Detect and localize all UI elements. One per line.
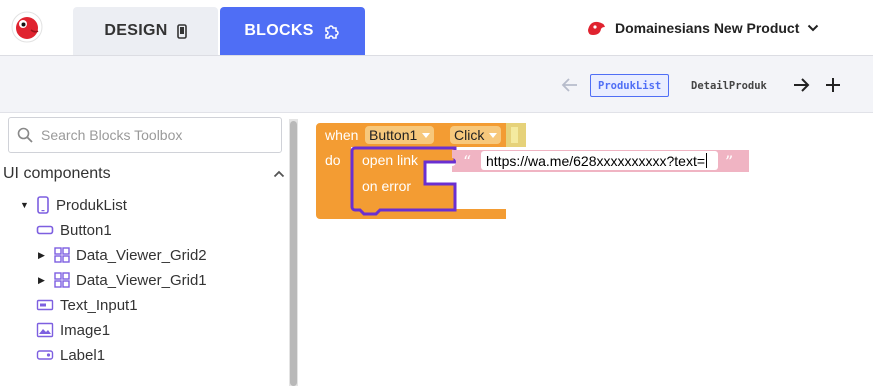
event-dropdown-value: Click	[454, 127, 485, 143]
event-dropdown[interactable]: Click	[450, 126, 502, 144]
url-text-field[interactable]: https://wa.me/628xxxxxxxxxx?text=	[481, 151, 718, 170]
component-dropdown[interactable]: Button1	[365, 126, 435, 144]
event-block-end-cap-inner	[511, 127, 518, 143]
on-error-label: on error	[362, 178, 412, 194]
open-link-label: open link	[362, 152, 419, 168]
when-label: when	[325, 127, 359, 143]
close-quote-icon: ”	[725, 152, 733, 171]
dropdown-caret-icon	[422, 132, 431, 138]
dropdown-caret-icon	[489, 132, 498, 138]
blocks-canvas: “ ”	[316, 123, 749, 219]
open-quote-icon: “	[463, 152, 471, 171]
text-cursor	[706, 153, 708, 168]
url-text-value: https://wa.me/628xxxxxxxxxx?text=	[486, 152, 706, 169]
component-dropdown-value: Button1	[369, 127, 418, 143]
do-label: do	[325, 152, 341, 168]
